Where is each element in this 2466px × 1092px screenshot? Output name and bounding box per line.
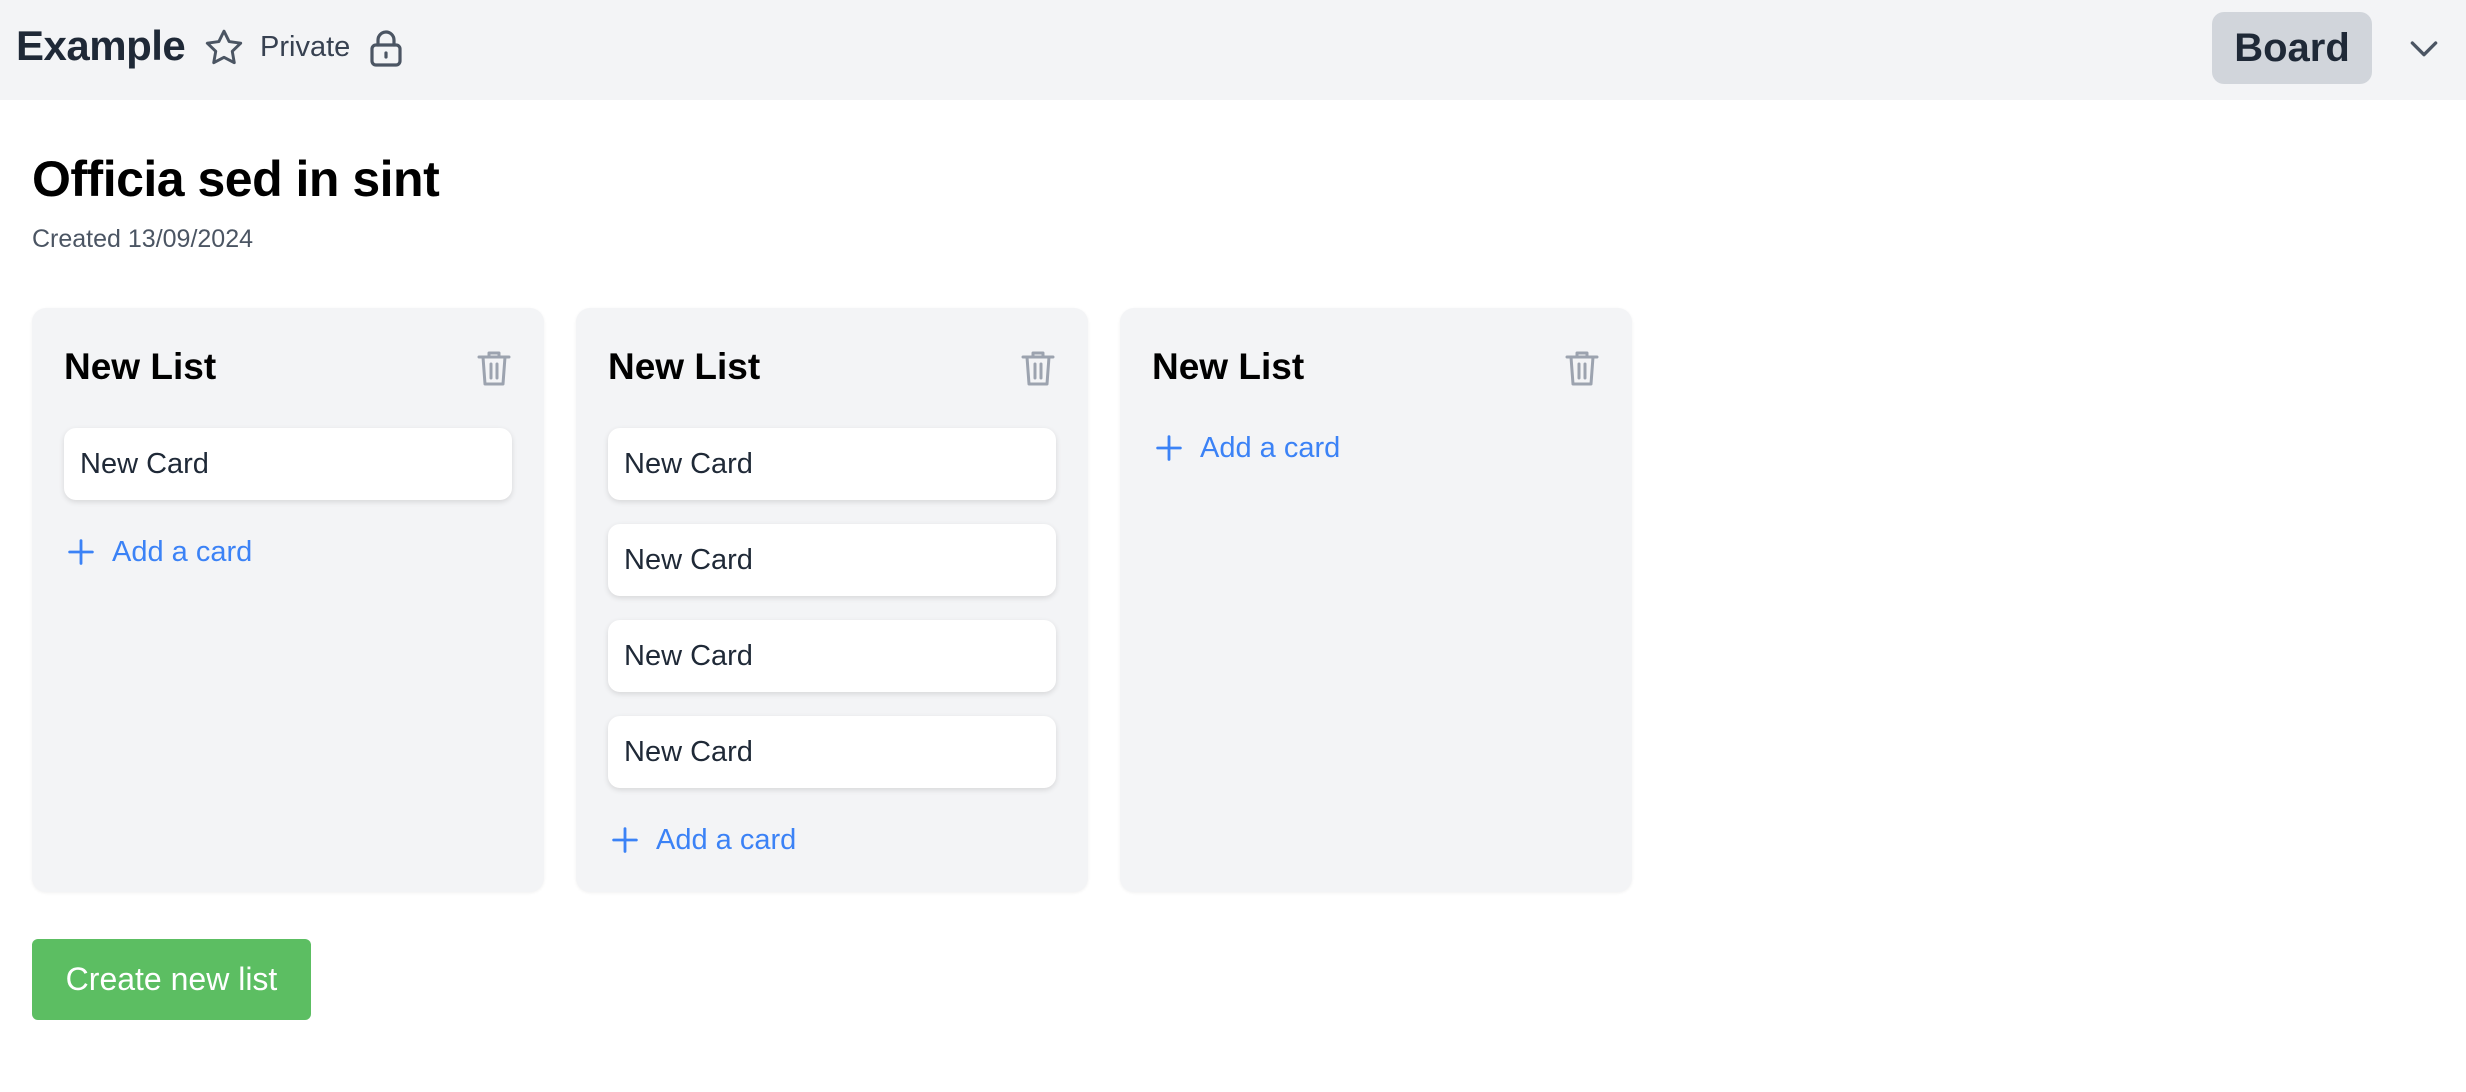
- list-column: New List New Card New Card New Card New …: [576, 308, 1088, 892]
- app-title: Example: [16, 22, 186, 69]
- card[interactable]: New Card: [608, 716, 1056, 788]
- lock-icon: [368, 28, 404, 68]
- top-bar: Example Private Board: [0, 0, 2466, 100]
- trash-icon[interactable]: [1564, 348, 1600, 388]
- add-card-button[interactable]: Add a card: [608, 820, 796, 860]
- add-card-label: Add a card: [1200, 431, 1341, 464]
- list-column: New List New Card Add a card: [32, 308, 544, 892]
- card[interactable]: New Card: [64, 428, 512, 500]
- add-card-label: Add a card: [112, 535, 253, 568]
- board-title: Officia sed in sint: [32, 151, 440, 207]
- chevron-down-icon[interactable]: [2404, 28, 2444, 68]
- add-card-button[interactable]: Add a card: [64, 532, 252, 572]
- created-date: Created 13/09/2024: [32, 225, 254, 253]
- create-list-button[interactable]: Create new list: [32, 939, 311, 1020]
- list-title: New List: [64, 346, 217, 387]
- star-icon[interactable]: [202, 26, 246, 70]
- card[interactable]: New Card: [608, 524, 1056, 596]
- trash-icon[interactable]: [1020, 348, 1056, 388]
- list-column: New List Add a card: [1120, 308, 1632, 892]
- card[interactable]: New Card: [608, 620, 1056, 692]
- trash-icon[interactable]: [476, 348, 512, 388]
- view-switch-button[interactable]: Board: [2212, 12, 2372, 84]
- card[interactable]: New Card: [608, 428, 1056, 500]
- plus-icon: [68, 539, 94, 565]
- plus-icon: [1156, 435, 1182, 461]
- add-card-label: Add a card: [656, 823, 797, 856]
- list-title: New List: [608, 346, 761, 387]
- list-title: New List: [1152, 346, 1305, 387]
- add-card-button[interactable]: Add a card: [1152, 428, 1340, 468]
- plus-icon: [612, 827, 638, 853]
- privacy-label: Private: [260, 31, 351, 63]
